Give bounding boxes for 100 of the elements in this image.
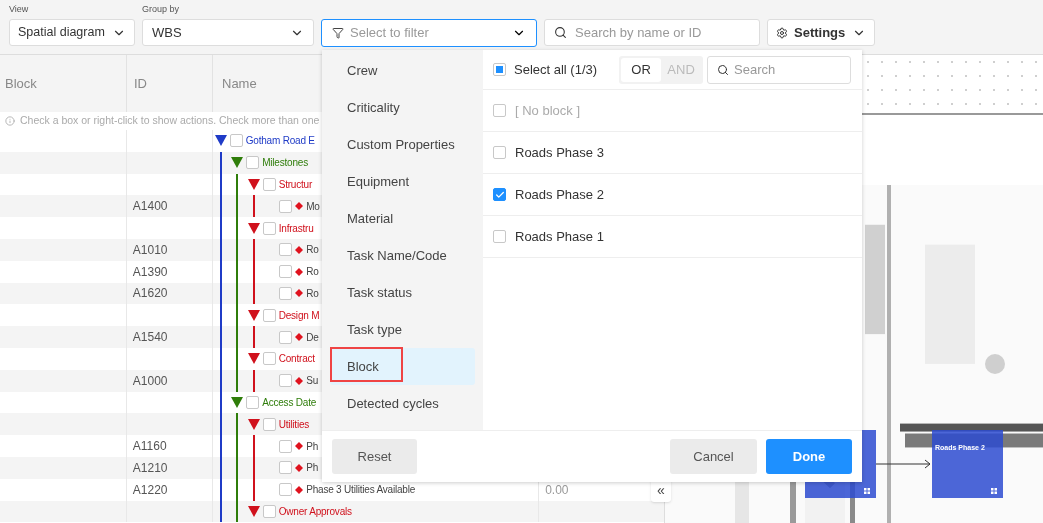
expand-triangle-icon[interactable] [247, 179, 260, 190]
checkbox[interactable] [246, 156, 260, 170]
task-name: Ph [306, 461, 319, 476]
diamond-icon [295, 485, 304, 494]
checkbox[interactable] [493, 230, 506, 243]
task-name: Ro [306, 243, 319, 258]
grid-icon [991, 488, 997, 494]
diamond-icon [295, 333, 304, 342]
filter-category[interactable]: Detected cycles [330, 385, 475, 422]
checkbox[interactable] [262, 178, 276, 191]
task-id: A1390 [132, 263, 168, 281]
filter-category[interactable]: Task status [330, 274, 475, 311]
filter-option[interactable]: Roads Phase 1 [483, 216, 862, 258]
checkbox[interactable] [262, 504, 276, 518]
task-name: Phase 3 Utilities Available [306, 483, 416, 498]
task-name: Ro [306, 265, 319, 280]
task-name: De [306, 330, 319, 345]
filter-category[interactable]: Custom Properties [330, 126, 475, 163]
group-name: Gotham Road E [245, 134, 315, 149]
task-name: Ro [306, 286, 319, 301]
filter-option[interactable]: Roads Phase 3 [483, 132, 862, 174]
task-name: Mo [306, 199, 320, 214]
checkbox[interactable] [279, 265, 293, 279]
filter-category[interactable]: Criticality [330, 89, 475, 126]
select-all-label: Select all (1/3) [514, 60, 598, 79]
checkbox[interactable] [262, 221, 276, 235]
task-id: A1000 [132, 372, 168, 390]
expand-triangle-icon[interactable] [247, 309, 260, 321]
field-label: Group by [142, 3, 181, 16]
checkbox[interactable] [279, 199, 293, 213]
checkbox[interactable] [262, 308, 276, 322]
diamond-icon [295, 202, 304, 211]
filter-select[interactable]: Select to filter [321, 19, 537, 47]
checkbox[interactable] [279, 330, 293, 344]
filter-category[interactable]: Material [330, 200, 475, 237]
diamond-icon [295, 289, 304, 298]
diamond-icon [295, 376, 304, 385]
task-name: Su [306, 374, 319, 389]
checkbox[interactable] [279, 374, 293, 388]
checkbox[interactable] [493, 63, 506, 76]
filter-category[interactable]: Equipment [330, 163, 475, 200]
group-name: Owner Approvals [278, 504, 352, 519]
field-label: View [9, 3, 30, 16]
filter-category[interactable]: Crew [330, 52, 475, 89]
checkbox[interactable] [262, 417, 276, 431]
task-id: A1210 [132, 459, 168, 477]
group-name: Contract [278, 352, 315, 367]
diamond-icon [295, 245, 304, 254]
group-name: Access Date [262, 395, 317, 410]
filter-category[interactable]: Task Name/Code [330, 237, 475, 274]
task-id: A1620 [132, 285, 168, 303]
expand-triangle-icon[interactable] [231, 396, 244, 408]
expand-triangle-icon[interactable] [247, 353, 260, 365]
checkbox[interactable] [493, 146, 506, 159]
filter-option[interactable]: Roads Phase 2 [483, 174, 862, 216]
checkbox[interactable] [279, 243, 293, 257]
task-id: A1160 [132, 438, 167, 456]
group-name: Design M [278, 308, 320, 323]
group-name: Structur [278, 178, 313, 192]
expand-triangle-icon[interactable] [214, 135, 227, 147]
group-name: Milestones [262, 156, 308, 171]
search-field[interactable]: Search by name or ID [544, 19, 760, 46]
table-cell-text: 0.00 [545, 481, 569, 499]
settings-button[interactable]: Settings [767, 19, 875, 46]
checkbox[interactable] [229, 134, 243, 148]
search-icon [554, 26, 567, 39]
logic-option[interactable]: OR [621, 57, 662, 82]
task-id: A1010 [132, 241, 168, 259]
filter-category[interactable]: Block [330, 348, 475, 385]
checkbox[interactable] [279, 461, 293, 475]
view-select[interactable]: Spatial diagram [9, 19, 135, 46]
expand-triangle-icon[interactable] [247, 505, 260, 517]
filter-category[interactable]: Task type [330, 311, 475, 348]
search-field[interactable]: Search [707, 55, 852, 84]
task-id: A1400 [132, 198, 168, 216]
diamond-icon [295, 442, 304, 451]
reset-button[interactable]: Reset [332, 439, 417, 474]
expand-triangle-icon[interactable] [247, 222, 260, 234]
cancel-button[interactable]: Cancel [670, 439, 757, 474]
expand-triangle-icon[interactable] [247, 418, 260, 430]
filter-input[interactable]: Select to filter [350, 23, 506, 43]
search-icon [717, 63, 730, 76]
checkbox[interactable] [279, 286, 293, 300]
arrow-connector [876, 459, 932, 469]
grid-icon [864, 488, 870, 494]
tree-line [252, 195, 255, 218]
tree-line [252, 369, 255, 392]
checkbox[interactable] [262, 352, 276, 366]
checkbox[interactable] [493, 188, 506, 201]
task-id: A1540 [132, 329, 168, 347]
diamond-icon [295, 267, 304, 276]
info-icon [5, 116, 15, 126]
expand-triangle-icon[interactable] [231, 157, 244, 169]
checkbox[interactable] [246, 395, 260, 409]
diamond-icon [295, 463, 304, 472]
group-by-select[interactable]: WBS [142, 19, 314, 46]
checkbox[interactable] [279, 439, 293, 453]
hint-text: Check a box or right-click to show actions. Check more than one [20, 113, 320, 129]
filter-icon [332, 27, 344, 39]
checkbox[interactable] [279, 483, 293, 497]
